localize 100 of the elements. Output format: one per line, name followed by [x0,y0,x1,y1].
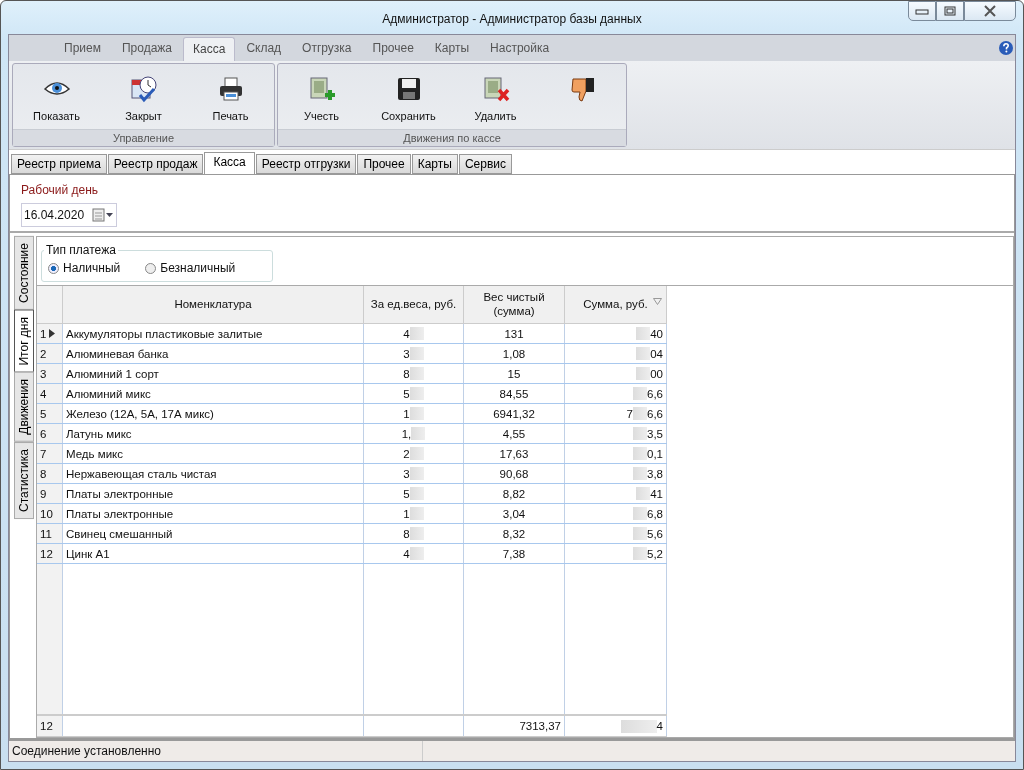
ribbon-tab[interactable]: Продажа [111,36,183,61]
table-cell: 4 [364,544,464,563]
table-cell: 6,8 [565,504,667,523]
table-cell: 00 [565,364,667,383]
table-cell: 3 [364,464,464,483]
table-cell: 3 [364,344,464,363]
window-title: Администратор - Администратор базы данных [382,10,642,26]
table-cell: 4,55 [464,424,565,443]
row-number: 7 [37,444,63,463]
document-tab[interactable]: Реестр продаж [107,154,204,174]
workday-label: Рабочий день [21,183,100,197]
close-icon [983,5,997,17]
table-cell: 7,38 [464,544,565,563]
ribbon-tab[interactable]: Прочее [362,36,424,61]
ribbon-tab[interactable]: Прием [54,36,111,61]
maximize-button[interactable] [936,1,964,21]
row-number: 5 [37,404,63,423]
row-number: 11 [37,524,63,543]
document-tab[interactable]: Реестр приема [11,154,107,174]
table-cell: 8 [364,364,464,383]
table-cell: Свинец смешанный [63,524,364,543]
ribbon-button[interactable]: Удалить [452,64,539,129]
group-title: Движения по кассе [278,129,626,146]
table-cell: 1, [364,424,464,443]
row-number: 12 [37,544,63,563]
money-delete-icon [481,74,510,104]
table-cell: Железо (12А, 5А, 17А микс) [63,404,364,423]
ribbon-tab[interactable]: Касса [183,37,236,61]
table-cell: 84,55 [464,384,565,403]
table-cell: 5,2 [565,544,667,563]
table-cell: 0,1 [565,444,667,463]
table-cell: Латунь микс [63,424,364,443]
document-tab[interactable]: Реестр отгрузки [255,154,357,174]
total-cell: 4 [565,716,667,736]
table-cell: 6,6 [565,384,667,403]
table-cell: Алюминевая банка [63,344,364,363]
table-cell: 8,32 [464,524,565,543]
ribbon-button[interactable]: Показать [13,64,100,129]
row-number: 4 [37,384,63,403]
help-icon[interactable] [999,41,1013,55]
document-tab[interactable]: Прочее [357,154,411,174]
table-cell: 2 [364,444,464,463]
table-cell: Платы электронные [63,504,364,523]
radio-option[interactable]: Наличный [48,261,121,275]
side-tab[interactable]: Итог дня [14,309,34,373]
ribbon-tab[interactable]: Склад [236,36,292,61]
table-cell: Медь микс [63,444,364,463]
table-cell: Цинк А1 [63,544,364,563]
table-cell: 7 6,6 [565,404,667,423]
total-cell: 7313,37 [464,716,565,736]
table-cell: Нержавеющая сталь чистая [63,464,364,483]
table-cell: 41 [565,484,667,503]
side-tab[interactable]: Состояние [14,236,34,310]
row-number: 1 [37,324,63,343]
minimize-button[interactable] [908,1,936,21]
table-cell: Платы электронные [63,484,364,503]
ribbon-button[interactable]: Сохранить [365,64,452,129]
ribbon-tab[interactable]: Настройка [480,36,560,61]
table-cell: 3,8 [565,464,667,483]
table-cell: 90,68 [464,464,565,483]
ribbon-button[interactable]: Учесть [278,64,365,129]
date-field[interactable]: 16.04.2020 [21,203,118,227]
table-cell: Аккумуляторы пластиковые залитые [63,324,364,343]
table-cell: 1 [364,404,464,423]
table-cell: 131 [464,324,565,343]
ribbon-button[interactable]: Печать [187,64,274,129]
row-number: 10 [37,504,63,523]
row-number: 6 [37,424,63,443]
row-count: 12 [37,716,63,736]
radio-option[interactable]: Безналичный [145,261,236,275]
ribbon-tab[interactable]: Карты [424,36,480,61]
table-cell: 5 [364,484,464,503]
side-tab[interactable]: Движения [14,372,34,443]
table-cell: 8 [364,524,464,543]
table-cell: 3,04 [464,504,565,523]
document-tab[interactable]: Касса [204,152,255,174]
status-text: Соединение установленно [9,741,423,761]
row-number: 9 [37,484,63,503]
table-cell: 8,82 [464,484,565,503]
close-button[interactable] [964,1,1016,21]
table-cell: 40 [565,324,667,343]
row-number: 8 [37,464,63,483]
group-title: Управление [13,129,274,146]
table-cell: 1 [364,504,464,523]
calendar-dropdown-icon[interactable] [92,208,115,222]
row-number: 2 [37,344,63,363]
document-tab[interactable]: Сервис [458,154,512,174]
row-number: 3 [37,364,63,383]
side-tab[interactable]: Статистика [14,442,34,520]
table-cell: Алюминий микс [63,384,364,403]
ribbon-button[interactable]: Закрыт [100,64,187,129]
row-pointer-icon [49,329,56,338]
maximize-icon [944,6,956,16]
ribbon-tab[interactable]: Отгрузка [292,36,362,61]
table-cell: 17,63 [464,444,565,463]
table-cell: 6941,32 [464,404,565,423]
table-cell: Алюминий 1 сорт [63,364,364,383]
group-title: Тип платежа [45,243,117,257]
document-tab[interactable]: Карты [411,154,458,174]
table-cell: 3,5 [565,424,667,443]
